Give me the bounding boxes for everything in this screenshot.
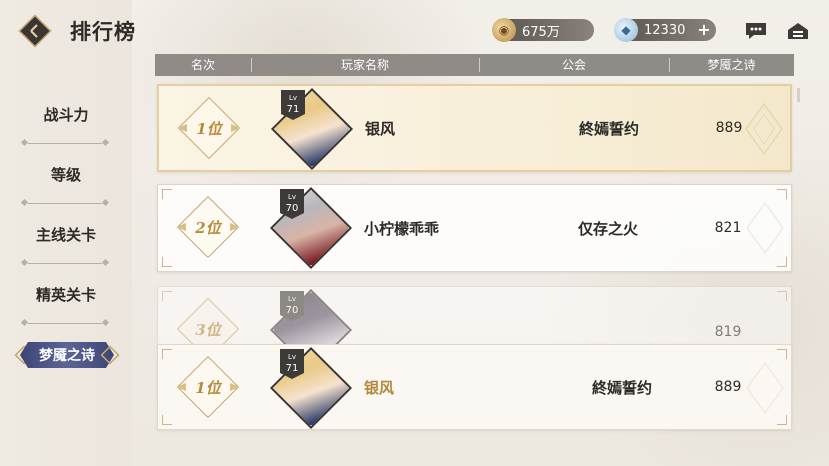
row-ornament-icon [746,361,784,415]
level-badge: Lv 70 [280,189,304,219]
level-badge: Lv 70 [280,291,304,321]
corner-ornament [162,291,172,301]
gold-coin-icon: ◉ [492,18,516,42]
rank-badge: 1位 [177,96,241,160]
level-badge: Lv 71 [280,349,304,379]
level-label: Lv [288,94,298,102]
table-row[interactable]: 1位 Lv 71 银风 終嫣誓约 889 [157,84,792,172]
level-value: 71 [285,363,299,374]
scrollbar[interactable] [797,88,800,102]
player-name: 银风 [365,119,396,138]
sidebar-divider [28,203,102,204]
gold-currency: ◉ 675万 [492,18,594,42]
crystal-amount: 12330 [644,22,686,38]
corner-ornament [777,257,787,267]
level-label: Lv [287,193,297,201]
guild-name [548,303,668,345]
rank-text: 3位 [195,320,221,339]
crystal-currency: ◆ 12330 + [614,18,716,42]
level-value: 71 [286,104,300,115]
corner-ornament [162,189,172,199]
avatar[interactable]: Lv 70 [269,288,353,345]
corner-ornament [777,349,787,359]
corner-ornament [162,257,172,267]
sidebar-divider [28,143,102,144]
row-ornament-icon [746,201,784,255]
page-title: 排行榜 [70,19,136,44]
player-name: 小柠檬乖乖 [364,219,440,238]
level-label: Lv [287,295,297,303]
rank-text: 1位 [195,378,221,397]
column-guild: 公会 [561,58,586,72]
corner-ornament [162,349,172,359]
level-badge: Lv 71 [281,90,305,120]
back-button[interactable] [18,14,52,48]
active-right-ornament-icon [100,345,120,365]
sidebar-item-elite-stage[interactable]: 精英关卡 [0,274,132,314]
sidebar-divider [28,263,102,264]
rank-badge: 1位 [176,355,240,419]
sidebar-item-power[interactable]: 战斗力 [0,94,132,134]
guild-name: 仅存之火 [577,219,638,238]
table-row[interactable]: 2位 Lv 70 小柠檬乖乖 仅存之火 821 [157,184,792,272]
level-value: 70 [285,305,299,316]
column-rank: 名次 [190,58,215,72]
score: 819 [714,324,742,340]
corner-ornament [777,291,787,301]
player-name: 银风 [364,378,395,397]
rank-text: 1位 [196,119,222,138]
crystal-icon: ◆ [614,18,638,42]
corner-ornament [162,415,172,425]
table-row[interactable]: 3位 Lv 70 819 [157,286,792,346]
column-player-name: 玩家名称 [340,58,389,72]
home-icon[interactable] [786,21,810,41]
rank-badge: 3位 [176,297,240,345]
rank-badge: 2位 [176,195,240,259]
corner-ornament [777,415,787,425]
level-label: Lv [287,353,297,361]
self-rank-row[interactable]: 1位 Lv 71 银风 終嫣誓约 889 [157,344,792,430]
row-ornament-icon [745,102,783,156]
sidebar-divider [28,323,102,324]
guild-name: 終嫣誓约 [591,378,652,397]
sidebar-item-level[interactable]: 等级 [0,154,132,194]
add-crystal-button[interactable]: + [696,22,712,38]
guild-name: 終嫣誓约 [578,119,639,138]
avatar[interactable]: Lv 71 [270,87,354,171]
avatar[interactable]: Lv 70 [269,186,353,270]
gold-amount: 675万 [522,24,560,40]
corner-ornament [777,189,787,199]
column-nightmare-poem: 梦魇之诗 [707,58,756,72]
level-value: 70 [285,203,299,214]
table-header: 名次 玩家名称 公会 梦魇之诗 [155,54,794,76]
back-diamond-icon [18,14,52,48]
sidebar-item-main-stage[interactable]: 主线关卡 [0,214,132,254]
avatar[interactable]: Lv 71 [269,346,353,430]
rank-text: 2位 [195,218,221,237]
chat-icon[interactable] [744,21,768,41]
